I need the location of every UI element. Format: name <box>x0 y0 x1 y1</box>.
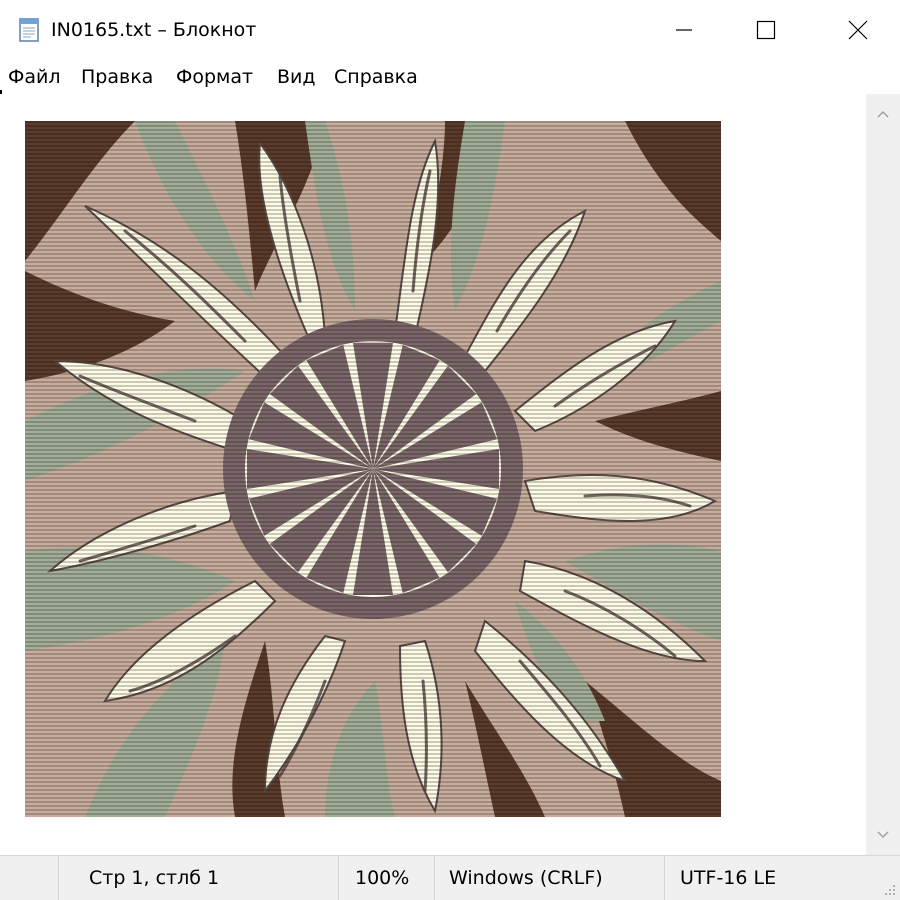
text-editor[interactable] <box>0 94 866 855</box>
minimize-button[interactable] <box>652 0 716 60</box>
status-bar: Стр 1, стлб 1 100% Windows (CRLF) UTF-16… <box>0 855 900 900</box>
scroll-up-arrow-icon[interactable] <box>875 106 891 122</box>
notepad-icon <box>19 18 39 42</box>
menu-bar: Файл Правка Формат Вид Справка <box>0 60 900 94</box>
close-icon <box>848 20 868 40</box>
close-button[interactable] <box>826 0 890 60</box>
menu-file[interactable]: Файл <box>8 65 61 89</box>
maximize-button[interactable] <box>734 0 798 60</box>
menu-help[interactable]: Справка <box>334 65 418 89</box>
scroll-down-arrow-icon[interactable] <box>875 827 891 843</box>
menu-edit[interactable]: Правка <box>81 65 153 89</box>
maximize-icon <box>756 20 776 40</box>
status-separator <box>664 856 665 900</box>
title-bar: IN0165.txt – Блокнот <box>0 0 900 60</box>
vertical-scrollbar[interactable] <box>866 94 900 855</box>
cursor-position: Стр 1, стлб 1 <box>89 867 220 889</box>
line-endings: Windows (CRLF) <box>449 867 603 889</box>
window-title: IN0165.txt – Блокнот <box>51 19 257 41</box>
menu-view[interactable]: Вид <box>277 65 316 89</box>
zoom-level: 100% <box>355 867 410 889</box>
status-separator <box>58 856 59 900</box>
status-separator <box>434 856 435 900</box>
status-separator <box>338 856 339 900</box>
ascii-art-sun <box>25 121 721 817</box>
menu-format[interactable]: Формат <box>176 65 253 89</box>
minimize-icon <box>676 29 692 31</box>
resize-grip-icon[interactable] <box>884 884 896 896</box>
encoding: UTF-16 LE <box>680 867 777 889</box>
